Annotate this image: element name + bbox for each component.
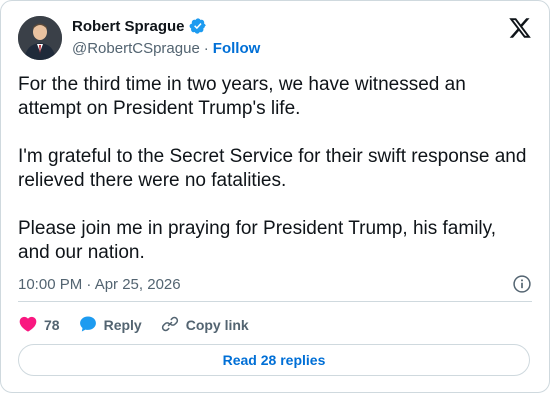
- like-button[interactable]: 78: [18, 314, 60, 337]
- x-logo-icon[interactable]: [508, 16, 532, 40]
- link-icon: [160, 314, 180, 337]
- like-count: 78: [44, 317, 60, 333]
- handle-separator: ·: [203, 40, 209, 57]
- info-icon[interactable]: [512, 274, 532, 294]
- tweet-timestamp[interactable]: 10:00 PM · Apr 25, 2026: [18, 276, 181, 293]
- tweet-actions: 78 Reply Copy link: [18, 314, 267, 336]
- reply-button[interactable]: Reply: [78, 314, 142, 337]
- tweet-text: For the third time in two years, we have…: [18, 73, 528, 265]
- copy-link-label: Copy link: [185, 317, 249, 333]
- author-handle[interactable]: @RobertCSprague: [72, 40, 200, 57]
- read-replies-button[interactable]: Read 28 replies: [18, 344, 530, 376]
- copy-link-button[interactable]: Copy link: [160, 314, 249, 337]
- author-name-row: Robert Sprague: [72, 17, 207, 35]
- reply-bubble-icon: [78, 314, 98, 337]
- author-handle-row: @RobertCSprague · Follow: [72, 40, 260, 57]
- tweet-paragraph: Please join me in praying for President …: [18, 218, 497, 263]
- tweet-paragraph: For the third time in two years, we have…: [18, 74, 466, 119]
- reply-label: Reply: [103, 317, 142, 333]
- heart-icon: [18, 314, 38, 337]
- tweet-embed-card: Robert Sprague @RobertCSprague · Follow …: [0, 0, 550, 393]
- author-display-name[interactable]: Robert Sprague: [72, 18, 185, 35]
- divider: [18, 301, 532, 302]
- tweet-paragraph: I'm grateful to the Secret Service for t…: [18, 146, 527, 191]
- verified-badge-icon: [189, 17, 207, 35]
- avatar[interactable]: [18, 16, 62, 60]
- follow-link[interactable]: Follow: [213, 40, 261, 57]
